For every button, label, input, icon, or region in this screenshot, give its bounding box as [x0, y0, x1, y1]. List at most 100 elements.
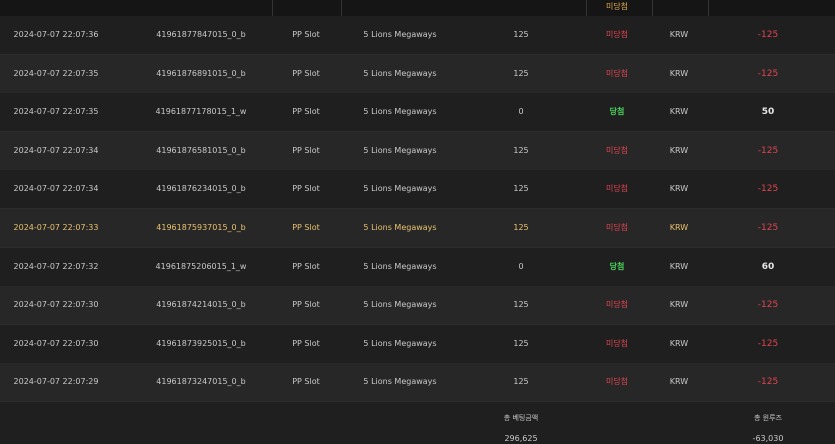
table-row[interactable]: 2024-07-07 22:07:34 41961876234015_0_b PP …	[0, 170, 835, 210]
cell-game: 5 Lions Megaways	[363, 68, 437, 78]
table-row[interactable]: 2024-07-07 22:07:35 41961877178015_1_w PP …	[0, 93, 835, 133]
cell-winloss: -125	[757, 30, 779, 40]
cell-result: 미당첨	[605, 184, 629, 194]
cell-winloss: 50	[761, 107, 775, 118]
cell-time: 2024-07-07 22:07:36	[13, 30, 99, 39]
cell-game: 5 Lions Megaways	[363, 184, 437, 194]
cell-result: 미당첨	[605, 145, 629, 155]
cell-game: 5 Lions Megaways	[363, 338, 437, 348]
cell-time: 2024-07-07 22:07:33	[13, 223, 99, 232]
cell-bet-amount: 125	[513, 377, 529, 387]
cell-time: 2024-07-07 22:07:35	[13, 107, 99, 117]
total-winloss-value: -63,030	[752, 434, 784, 443]
cell-result: 미당첨	[605, 68, 629, 78]
cell-provider: PP Slot	[292, 223, 320, 232]
table-row[interactable]: 2024-07-07 22:07:35 41961876891015_0_b PP …	[0, 54, 835, 94]
cell-round-id: 41961877847015_0_b	[156, 30, 246, 39]
cell-provider: PP Slot	[292, 338, 320, 348]
cell-currency: KRW	[669, 300, 689, 310]
cell-bet-amount: 125	[513, 338, 529, 348]
cell-time: 2024-07-07 22:07:34	[13, 145, 99, 155]
table-header: 미당첨	[0, 0, 835, 17]
cell-bet-amount: 125	[513, 184, 529, 194]
cell-round-id: 41961877178015_1_w	[155, 107, 247, 117]
total-winloss-label: 총 윈루즈	[754, 414, 782, 422]
cell-bet-amount: 0	[518, 107, 524, 117]
cell-time: 2024-07-07 22:07:34	[13, 184, 99, 194]
cell-currency: KRW	[669, 30, 689, 39]
cell-winloss: -125	[757, 68, 779, 79]
total-bet-value: 296,625	[504, 434, 538, 443]
cell-result: 당첨	[609, 107, 625, 117]
cell-game: 5 Lions Megaways	[363, 223, 437, 232]
cell-currency: KRW	[669, 377, 689, 387]
cell-game: 5 Lions Megaways	[363, 30, 437, 39]
total-bet-label: 총 베팅금액	[503, 414, 539, 422]
cell-provider: PP Slot	[292, 107, 320, 117]
cell-winloss: 60	[761, 261, 775, 272]
cell-winloss: -125	[757, 338, 779, 349]
header-divider	[652, 0, 653, 16]
cell-winloss: -125	[757, 300, 779, 311]
cell-round-id: 41961874214015_0_b	[156, 300, 246, 310]
cell-provider: PP Slot	[292, 261, 320, 271]
header-divider	[586, 0, 587, 16]
header-result: 미당첨	[605, 2, 629, 11]
cell-winloss: -125	[757, 377, 779, 388]
cell-winloss: -125	[757, 184, 779, 195]
cell-game: 5 Lions Megaways	[363, 107, 437, 117]
cell-currency: KRW	[669, 338, 689, 348]
table-row[interactable]: 2024-07-07 22:07:34 41961876581015_0_b PP …	[0, 131, 835, 171]
cell-round-id: 41961873925015_0_b	[156, 338, 246, 348]
cell-game: 5 Lions Megaways	[363, 145, 437, 155]
cell-bet-amount: 125	[513, 68, 529, 78]
cell-bet-amount: 125	[513, 223, 529, 232]
cell-round-id: 41961876581015_0_b	[156, 145, 246, 155]
table-row[interactable]: 2024-07-07 22:07:29 41961873247015_0_b PP …	[0, 363, 835, 403]
cell-bet-amount: 125	[513, 145, 529, 155]
cell-currency: KRW	[669, 184, 689, 194]
cell-result: 당첨	[609, 261, 625, 271]
cell-result: 미당첨	[605, 30, 629, 39]
cell-currency: KRW	[669, 68, 689, 78]
cell-currency: KRW	[669, 145, 689, 155]
cell-provider: PP Slot	[292, 68, 320, 78]
cell-provider: PP Slot	[292, 184, 320, 194]
cell-bet-amount: 0	[518, 261, 524, 271]
table-row[interactable]: 2024-07-07 22:07:36 41961877847015_0_b PP …	[0, 16, 835, 55]
cell-provider: PP Slot	[292, 377, 320, 387]
table-row[interactable]: 2024-07-07 22:07:30 41961873925015_0_b PP …	[0, 324, 835, 364]
cell-time: 2024-07-07 22:07:32	[13, 261, 99, 271]
cell-provider: PP Slot	[292, 300, 320, 310]
cell-bet-amount: 125	[513, 30, 529, 39]
cell-result: 미당첨	[605, 223, 629, 232]
cell-provider: PP Slot	[292, 30, 320, 39]
header-divider	[708, 0, 709, 16]
table-row[interactable]: 2024-07-07 22:07:30 41961874214015_0_b PP …	[0, 286, 835, 326]
cell-bet-amount: 125	[513, 300, 529, 310]
cell-currency: KRW	[669, 223, 689, 232]
cell-game: 5 Lions Megaways	[363, 377, 437, 387]
table-row[interactable]: 2024-07-07 22:07:32 41961875206015_1_w PP …	[0, 247, 835, 287]
cell-currency: KRW	[669, 107, 689, 117]
cell-result: 미당첨	[605, 338, 629, 348]
cell-game: 5 Lions Megaways	[363, 300, 437, 310]
cell-round-id: 41961876891015_0_b	[156, 68, 246, 78]
cell-provider: PP Slot	[292, 145, 320, 155]
cell-round-id: 41961875937015_0_b	[156, 223, 246, 232]
cell-winloss: -125	[757, 223, 779, 233]
cell-result: 미당첨	[605, 300, 629, 310]
table-row[interactable]: 2024-07-07 22:07:33 41961875937015_0_b PP …	[0, 209, 835, 248]
cell-round-id: 41961873247015_0_b	[156, 377, 246, 387]
header-divider	[341, 0, 342, 16]
cell-time: 2024-07-07 22:07:35	[13, 68, 99, 78]
cell-winloss: -125	[757, 145, 779, 156]
table-footer: 총 베팅금액 296,625 총 윈루즈 -63,030	[0, 402, 835, 444]
cell-round-id: 41961876234015_0_b	[156, 184, 246, 194]
cell-time: 2024-07-07 22:07:29	[13, 377, 99, 387]
cell-result: 미당첨	[605, 377, 629, 387]
cell-round-id: 41961875206015_1_w	[155, 261, 247, 271]
cell-game: 5 Lions Megaways	[363, 261, 437, 271]
cell-time: 2024-07-07 22:07:30	[13, 338, 99, 348]
cell-currency: KRW	[669, 261, 689, 271]
